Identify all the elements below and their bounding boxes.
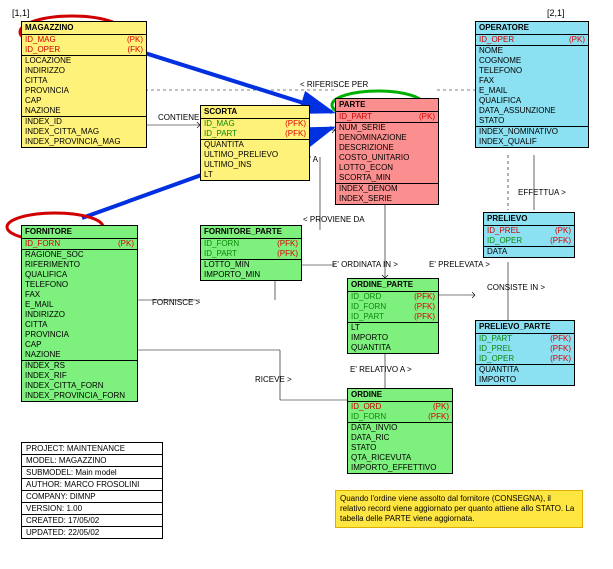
fornitore-title: FORNITORE — [22, 226, 137, 239]
ordine-parte-title: ORDINE_PARTE — [348, 279, 438, 292]
info-company: COMPANY: DIMNP — [22, 491, 162, 503]
model-info: PROJECT: MAINTENANCE MODEL: MAGAZZINO SU… — [21, 442, 163, 539]
info-version: VERSION: 1.00 — [22, 503, 162, 515]
parte-title: PARTE — [336, 99, 438, 112]
note-ordine: Quando l'ordine viene assolto dal fornit… — [335, 490, 583, 528]
prelievo-title: PRELIEVO — [484, 213, 574, 226]
entity-prelievo-parte: PRELIEVO_PARTE ID_PART(PFK) ID_PREL(PFK)… — [475, 320, 575, 386]
entity-fornitore-parte: FORNITORE_PARTE ID_FORN(PFK) ID_PART(PFK… — [200, 225, 302, 281]
rel-ordinata: E' ORDINATA IN > — [332, 260, 398, 269]
prelievo-parte-title: PRELIEVO_PARTE — [476, 321, 574, 334]
info-updated: UPDATED: 22/05/02 — [22, 527, 162, 538]
scorta-title: SCORTA — [201, 106, 309, 119]
info-project: PROJECT: MAINTENANCE — [22, 443, 162, 455]
entity-scorta: SCORTA ID_MAG(PFK) ID_PART(PFK) QUANTITA… — [200, 105, 310, 181]
rel-effettua: EFFETTUA > — [518, 188, 566, 197]
rel-proviene: < PROVIENE DA — [303, 215, 365, 224]
info-created: CREATED: 17/05/02 — [22, 515, 162, 527]
fornitore-parte-title: FORNITORE_PARTE — [201, 226, 301, 239]
rel-consiste: CONSISTE IN > — [487, 283, 545, 292]
rel-relativo: E' RELATIVO A > — [350, 365, 412, 374]
operatore-title: OPERATORE — [476, 22, 588, 35]
rel-prelevata: E' PRELEVATA > — [429, 260, 490, 269]
info-model: MODEL: MAGAZZINO — [22, 455, 162, 467]
entity-ordine-parte: ORDINE_PARTE ID_ORD(PFK) ID_FORN(PFK) ID… — [347, 278, 439, 354]
rel-riceve: RICEVE > — [255, 375, 292, 384]
page-ref-2: [2,1] — [547, 8, 565, 18]
entity-fornitore: FORNITORE ID_FORN(PK) RAGIONE_SOC RIFERI… — [21, 225, 138, 402]
entity-prelievo: PRELIEVO ID_PREL(PK) ID_OPER(PFK) DATA — [483, 212, 575, 258]
rel-riferisce: < RIFERISCE PER — [300, 80, 368, 89]
info-author: AUTHOR: MARCO FROSOLINI — [22, 479, 162, 491]
page-ref-1: [1,1] — [12, 8, 30, 18]
entity-magazzino: MAGAZZINO ID_MAG(PK) ID_OPER(FK) LOCAZIO… — [21, 21, 147, 148]
ordine-title: ORDINE — [348, 389, 452, 402]
entity-parte: PARTE ID_PART(PK) NUM_SERIE DENOMINAZION… — [335, 98, 439, 205]
entity-operatore: OPERATORE ID_OPER(PK) NOME COGNOME TELEF… — [475, 21, 589, 148]
magazzino-title: MAGAZZINO — [22, 22, 146, 35]
entity-ordine: ORDINE ID_ORD(PK) ID_FORN(PFK) DATA_INVI… — [347, 388, 453, 474]
rel-fornisce: FORNISCE > — [152, 298, 200, 307]
info-submodel: SUBMODEL: Main model — [22, 467, 162, 479]
rel-contiene: CONTIENE > — [158, 113, 206, 122]
